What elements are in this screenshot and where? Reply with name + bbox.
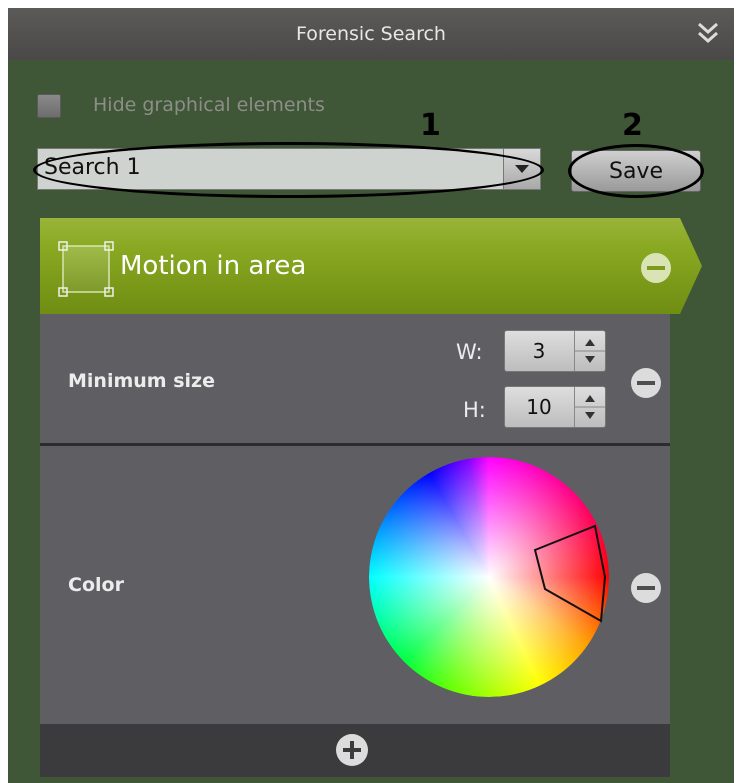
forensic-search-panel: Forensic Search Hide graphical elements … xyxy=(8,8,734,783)
width-label: W: xyxy=(456,340,483,364)
width-spinbox[interactable]: 3 xyxy=(504,330,606,372)
minimum-size-label: Minimum size xyxy=(68,370,215,392)
height-value[interactable]: 10 xyxy=(505,395,573,419)
condition-footer xyxy=(40,724,670,777)
width-spin-arrows-icon[interactable] xyxy=(574,331,605,371)
annotation-ellipse-2 xyxy=(568,144,704,198)
color-wheel[interactable] xyxy=(369,457,609,697)
area-selection-icon xyxy=(58,241,114,297)
annotation-ellipse-1 xyxy=(33,142,544,198)
color-label: Color xyxy=(68,574,124,596)
height-spin-arrows-icon[interactable] xyxy=(574,387,605,427)
double-chevron-down-icon[interactable] xyxy=(694,18,722,48)
remove-condition-icon[interactable] xyxy=(639,251,673,285)
height-spinbox[interactable]: 10 xyxy=(504,386,606,428)
remove-color-icon[interactable] xyxy=(629,571,663,605)
panel-titlebar: Forensic Search xyxy=(8,8,734,60)
plus-icon[interactable] xyxy=(334,732,370,768)
hide-graphical-label: Hide graphical elements xyxy=(93,94,325,116)
annotation-marker-2: 2 xyxy=(622,108,643,143)
width-value[interactable]: 3 xyxy=(505,339,573,363)
annotation-marker-1: 1 xyxy=(420,108,441,143)
remove-minimum-size-icon[interactable] xyxy=(629,366,663,400)
row-divider xyxy=(40,443,670,446)
hide-graphical-checkbox[interactable] xyxy=(37,94,61,118)
panel-title: Forensic Search xyxy=(296,23,446,45)
height-label: H: xyxy=(463,398,486,422)
condition-title: Motion in area xyxy=(120,251,307,281)
